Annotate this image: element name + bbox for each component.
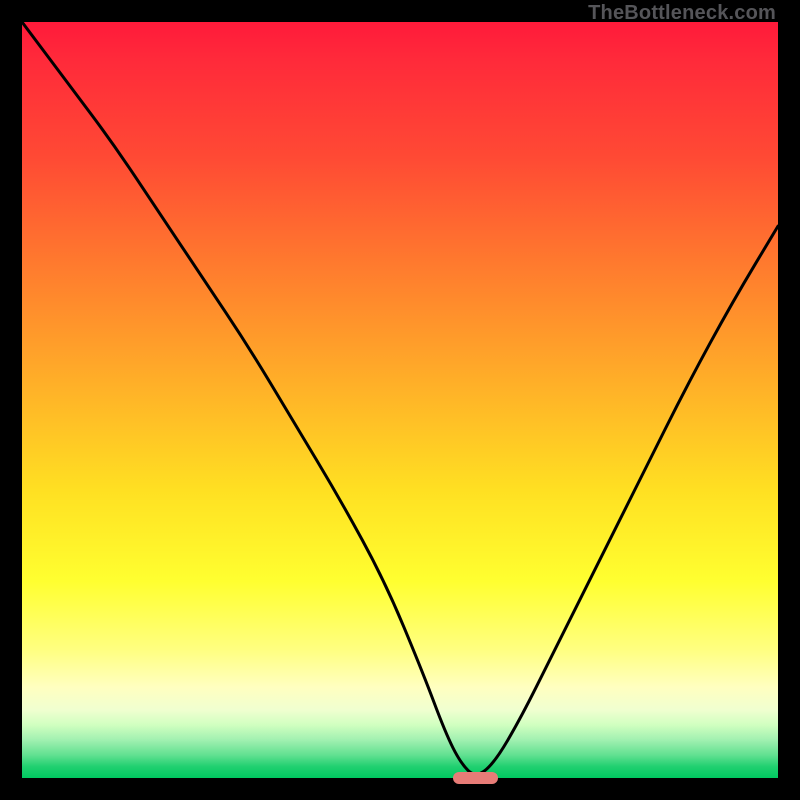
bottleneck-curve: [22, 22, 778, 778]
optimal-marker: [453, 772, 498, 784]
watermark-text: TheBottleneck.com: [588, 2, 776, 25]
chart-frame: [22, 22, 778, 778]
